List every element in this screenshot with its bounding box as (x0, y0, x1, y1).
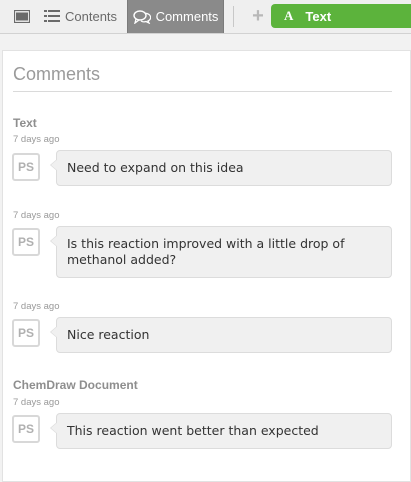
tab-comments[interactable]: Comments (127, 0, 224, 33)
section-title: Text (13, 116, 37, 130)
comment-bubble[interactable]: Is this reaction improved with a little … (50, 226, 392, 278)
panel-title: Comments (13, 64, 101, 84)
panel-icon (14, 9, 30, 23)
tab-contents[interactable]: Contents (44, 2, 124, 30)
comment-timestamp: 7 days ago (13, 134, 60, 145)
comment-bubble[interactable]: This reaction went better than expected (50, 413, 392, 449)
avatar: PS (12, 415, 40, 443)
comment-timestamp: 7 days ago (13, 210, 60, 221)
comment-timestamp: 7 days ago (13, 397, 60, 408)
text-type-icon: A (284, 8, 294, 23)
avatar: PS (12, 153, 40, 181)
avatar: PS (12, 319, 40, 347)
avatar: PS (12, 228, 40, 256)
tab-contents-label: Contents (65, 8, 118, 24)
comment-bubble[interactable]: Nice reaction (50, 317, 392, 353)
toolbar: Contents Comments + A Text (0, 0, 411, 34)
text-button[interactable]: A Text (271, 4, 411, 28)
text-button-label: Text (305, 8, 332, 24)
add-button[interactable]: + (248, 2, 268, 30)
toolbar-divider (233, 6, 234, 27)
plus-icon: + (252, 4, 264, 27)
section-title: ChemDraw Document (13, 378, 138, 392)
speech-bubbles-icon (132, 9, 151, 24)
comment-bubble[interactable]: Need to expand on this idea (50, 150, 392, 186)
comments-panel: Comments Text 7 days ago PS Need to expa… (2, 50, 411, 482)
divider (13, 91, 392, 92)
list-icon (44, 10, 60, 22)
comment-timestamp: 7 days ago (13, 301, 60, 312)
panel-toggle-button[interactable] (8, 2, 36, 30)
tab-comments-label: Comments (155, 9, 219, 24)
